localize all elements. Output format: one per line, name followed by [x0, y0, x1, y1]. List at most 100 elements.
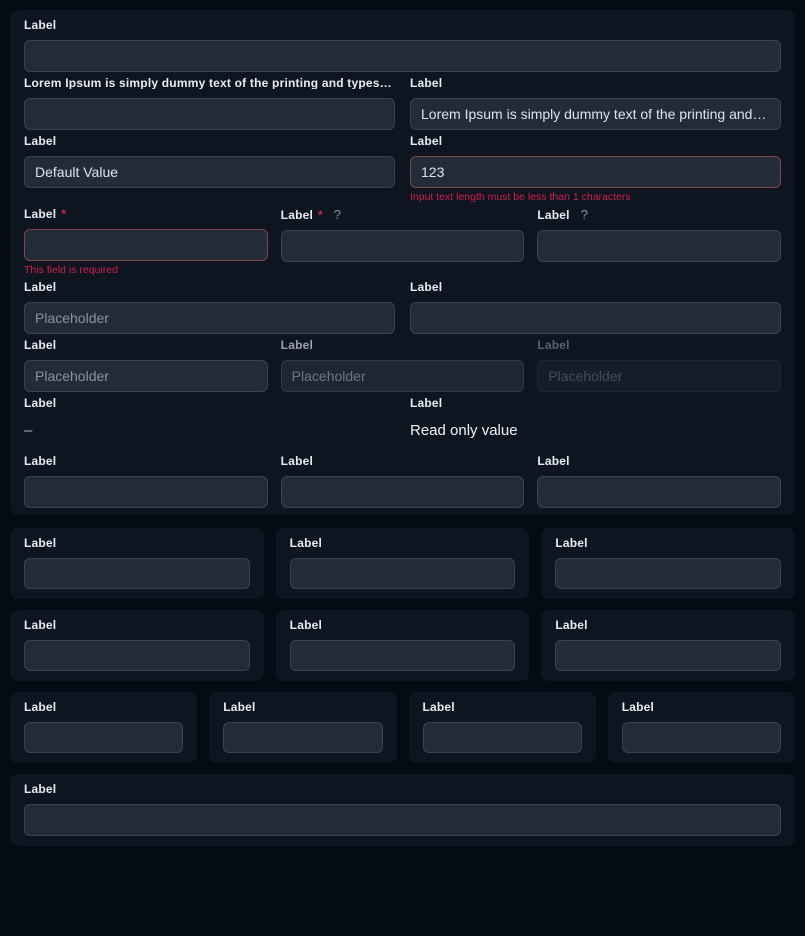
validation-error-message: Input text length must be less than 1 ch… — [410, 192, 781, 203]
form-field: Label — [24, 455, 268, 508]
form-field: Label * This field is required — [24, 208, 268, 276]
field-label: Label — [622, 701, 654, 713]
field-label: Label — [24, 397, 56, 409]
text-input[interactable] — [622, 722, 781, 753]
text-input[interactable] — [290, 558, 516, 589]
text-input[interactable] — [423, 722, 582, 753]
card-row: Label Label Label — [10, 528, 795, 599]
form-row: Label Label Input text length must be le… — [24, 135, 781, 208]
field-label: Label — [410, 397, 442, 409]
text-input-with-placeholder[interactable] — [24, 302, 395, 334]
form-field: Label ? — [537, 208, 781, 262]
field-label: Label — [290, 619, 322, 631]
text-input[interactable] — [537, 476, 781, 508]
text-input[interactable] — [24, 722, 183, 753]
field-label: Label — [24, 208, 56, 220]
form-row: Label Label Label — [24, 455, 781, 508]
form-field: Label Input text length must be less tha… — [410, 135, 781, 203]
field-label: Label — [555, 619, 587, 631]
field-label: Label — [537, 455, 569, 467]
form-field: Label — [24, 281, 395, 334]
form-row: Label * This field is required Label * ?… — [24, 208, 781, 281]
field-card: Label — [409, 692, 596, 763]
field-label: Label — [410, 281, 442, 293]
text-input-dimmed[interactable] — [281, 360, 525, 392]
field-card: Label — [10, 610, 264, 681]
field-label: Label — [537, 209, 569, 221]
text-input[interactable] — [24, 640, 250, 671]
form-field-readonly: Label – — [24, 397, 395, 450]
field-label: Label — [24, 537, 56, 549]
field-label: Label — [24, 619, 56, 631]
text-input-default-value[interactable] — [24, 156, 395, 188]
bottom-field-card: Label — [10, 774, 795, 846]
form-field-dimmed: Label — [281, 339, 525, 392]
field-label: Label — [24, 701, 56, 713]
readonly-value: Read only value — [410, 422, 781, 440]
validation-error-message: This field is required — [24, 265, 268, 276]
field-card: Label — [541, 528, 795, 599]
form-row: Lorem Ipsum is simply dummy text of the … — [24, 77, 781, 135]
text-input[interactable] — [24, 40, 781, 72]
text-input[interactable] — [24, 804, 781, 836]
field-label: Label — [290, 537, 322, 549]
field-card: Label — [608, 692, 795, 763]
text-input-required-invalid[interactable] — [24, 229, 268, 261]
form-row: Label Label — [24, 281, 781, 339]
form-field: Label — [410, 281, 781, 334]
text-input-disabled — [537, 360, 781, 392]
text-input[interactable] — [223, 722, 382, 753]
form-row: Label Label Label — [24, 339, 781, 397]
field-label: Label — [555, 537, 587, 549]
readonly-empty-value: – — [24, 422, 395, 440]
form-field: Lorem Ipsum is simply dummy text of the … — [24, 77, 395, 130]
field-label: Label — [223, 701, 255, 713]
help-icon[interactable]: ? — [334, 208, 341, 221]
text-input[interactable] — [24, 98, 395, 130]
field-label: Label — [423, 701, 455, 713]
form-field: Label — [410, 77, 781, 130]
form-field: Label — [24, 19, 781, 72]
field-label: Label — [24, 783, 56, 795]
main-form-card: Label Lorem Ipsum is simply dummy text o… — [10, 10, 795, 515]
text-input[interactable] — [290, 640, 516, 671]
field-label: Label — [24, 281, 56, 293]
field-card: Label — [276, 528, 530, 599]
field-label: Label — [281, 339, 313, 351]
field-card: Label — [209, 692, 396, 763]
text-input[interactable] — [555, 640, 781, 671]
field-card: Label — [10, 528, 264, 599]
form-field: Label — [537, 455, 781, 508]
form-page: Label Lorem Ipsum is simply dummy text o… — [0, 0, 805, 856]
form-field-readonly: Label Read only value — [410, 397, 781, 450]
text-input-with-placeholder[interactable] — [24, 360, 268, 392]
form-field: Label — [281, 455, 525, 508]
field-label: Label — [281, 209, 313, 221]
field-label: Label — [410, 135, 442, 147]
card-row: Label Label Label Label — [10, 692, 795, 763]
form-field: Label — [24, 339, 268, 392]
form-field: Label — [24, 135, 395, 188]
text-input[interactable] — [24, 558, 250, 589]
text-input[interactable] — [410, 302, 781, 334]
text-input[interactable] — [24, 476, 268, 508]
card-row: Label Label Label — [10, 610, 795, 681]
text-input[interactable] — [281, 476, 525, 508]
form-row: Label – Label Read only value — [24, 397, 781, 455]
text-input[interactable] — [537, 230, 781, 262]
form-field-disabled: Label — [537, 339, 781, 392]
field-label: Label — [24, 19, 56, 31]
text-input-invalid[interactable] — [410, 156, 781, 188]
text-input-long-value[interactable] — [410, 98, 781, 130]
field-label: Label — [24, 339, 56, 351]
text-input[interactable] — [281, 230, 525, 262]
help-icon[interactable]: ? — [581, 208, 588, 221]
field-label: Label — [537, 339, 569, 351]
field-label: Label — [24, 135, 56, 147]
field-label: Label — [24, 455, 56, 467]
field-card: Label — [541, 610, 795, 681]
text-input[interactable] — [555, 558, 781, 589]
field-label-long: Lorem Ipsum is simply dummy text of the … — [24, 77, 395, 89]
field-label: Label — [281, 455, 313, 467]
field-card: Label — [276, 610, 530, 681]
